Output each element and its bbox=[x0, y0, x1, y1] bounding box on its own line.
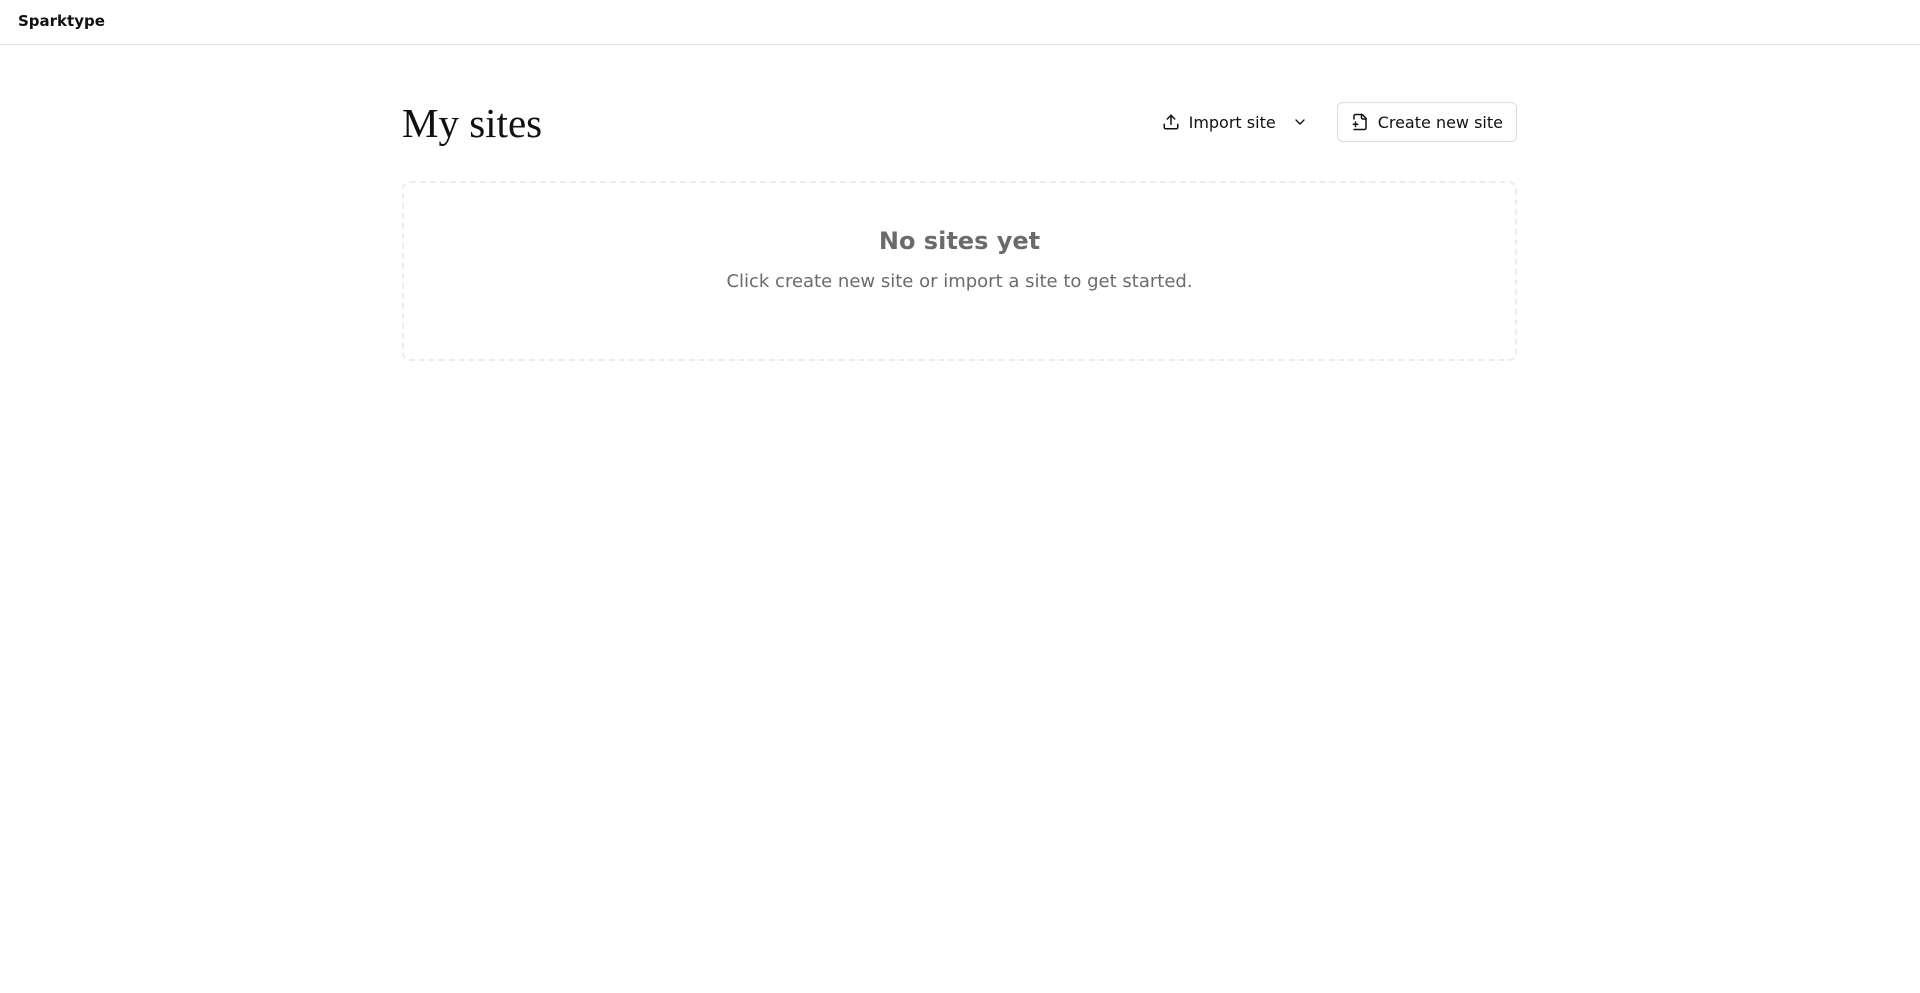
import-site-button[interactable]: Import site bbox=[1147, 102, 1323, 142]
main-content: My sites Import site Create new site No … bbox=[402, 96, 1517, 361]
page-header: My sites Import site Create new site bbox=[402, 96, 1517, 150]
file-plus-icon bbox=[1351, 113, 1369, 131]
upload-icon bbox=[1162, 113, 1180, 131]
app-brand-link[interactable]: Sparktype bbox=[18, 12, 105, 30]
top-navigation-bar: Sparktype bbox=[0, 0, 1920, 45]
import-site-label: Import site bbox=[1188, 112, 1276, 132]
page-title: My sites bbox=[402, 100, 543, 146]
create-new-site-button[interactable]: Create new site bbox=[1336, 102, 1517, 142]
empty-state-title: No sites yet bbox=[878, 227, 1041, 255]
empty-state-card: No sites yet Click create new site or im… bbox=[402, 181, 1517, 361]
create-new-site-label: Create new site bbox=[1377, 112, 1503, 132]
empty-state-message: Click create new site or import a site t… bbox=[726, 271, 1193, 292]
header-actions: Import site Create new site bbox=[1147, 102, 1517, 142]
chevron-down-icon[interactable] bbox=[1291, 113, 1309, 131]
